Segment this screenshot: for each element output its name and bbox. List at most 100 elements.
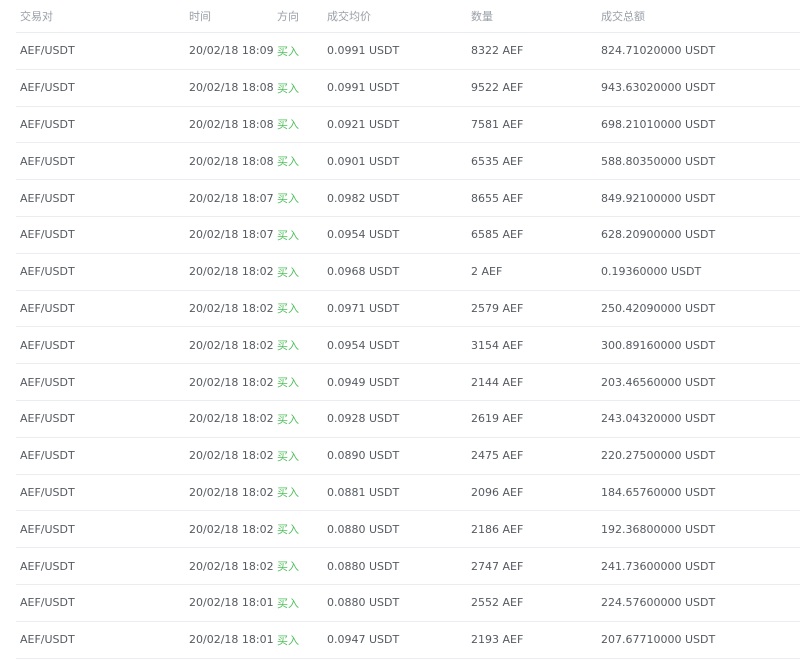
- time-cell: 20/02/18 18:08: [189, 81, 274, 95]
- time-cell: 20/02/18 18:02: [189, 301, 274, 315]
- table-row: AEF/USDT 20/02/18 18:02 买入 0.0949 USDT 2144 …: [16, 364, 800, 401]
- table-row: AEF/USDT 20/02/18 18:02 买入 0.0971 USDT 2579 …: [16, 291, 800, 328]
- pair-cell: AEF/USDT: [20, 338, 75, 352]
- table-row: AEF/USDT 20/02/18 18:01 买入 0.0880 USDT 2552 …: [16, 585, 800, 622]
- time-cell: 20/02/18 18:01: [189, 596, 274, 610]
- qty-cell: 8322 AEF: [471, 44, 524, 58]
- header-price: 成交均价: [327, 10, 371, 23]
- price-cell: 0.0982 USDT: [327, 191, 400, 205]
- price-cell: 0.0954 USDT: [327, 228, 400, 242]
- price-cell: 0.0947 USDT: [327, 633, 400, 647]
- time-cell: 20/02/18 18:01: [189, 633, 274, 647]
- qty-cell: 2747 AEF: [471, 559, 524, 573]
- table-row: AEF/USDT 20/02/18 18:02 买入 0.0890 USDT 2475 …: [16, 438, 800, 475]
- price-cell: 0.0890 USDT: [327, 449, 400, 463]
- header-pair: 交易对: [20, 10, 53, 23]
- total-cell: 628.20900000 USDT: [601, 228, 716, 242]
- total-cell: 241.73600000 USDT: [601, 559, 716, 573]
- header-total: 成交总额: [601, 10, 645, 23]
- side-cell: 买入: [277, 376, 299, 390]
- table-row: AEF/USDT 20/02/18 18:08 买入 0.0991 USDT 9522 …: [16, 70, 800, 107]
- header-qty: 数量: [471, 10, 493, 23]
- side-cell: 买入: [277, 302, 299, 316]
- pair-cell: AEF/USDT: [20, 375, 75, 389]
- table-row: AEF/USDT 20/02/18 18:07 买入 0.0982 USDT 8655 …: [16, 180, 800, 217]
- qty-cell: 6535 AEF: [471, 154, 524, 168]
- side-cell: 买入: [277, 412, 299, 426]
- total-cell: 224.57600000 USDT: [601, 596, 716, 610]
- table-row: AEF/USDT 20/02/18 18:02 买入 0.0881 USDT 2096 …: [16, 475, 800, 512]
- time-cell: 20/02/18 18:02: [189, 559, 274, 573]
- price-cell: 0.0968 USDT: [327, 265, 400, 279]
- header-side: 方向: [277, 10, 299, 23]
- table-row: AEF/USDT 20/02/18 18:02 买入 0.0968 USDT 2 AEF…: [16, 254, 800, 291]
- time-cell: 20/02/18 18:02: [189, 338, 274, 352]
- pair-cell: AEF/USDT: [20, 228, 75, 242]
- pair-cell: AEF/USDT: [20, 117, 75, 131]
- side-cell: 买入: [277, 44, 299, 58]
- time-cell: 20/02/18 18:02: [189, 265, 274, 279]
- qty-cell: 3154 AEF: [471, 338, 524, 352]
- side-cell: 买入: [277, 118, 299, 132]
- pair-cell: AEF/USDT: [20, 485, 75, 499]
- pair-cell: AEF/USDT: [20, 522, 75, 536]
- total-cell: 698.21010000 USDT: [601, 117, 716, 131]
- total-cell: 203.46560000 USDT: [601, 375, 716, 389]
- side-cell: 买入: [277, 449, 299, 463]
- pair-cell: AEF/USDT: [20, 154, 75, 168]
- table-row: AEF/USDT 20/02/18 18:09 买入 0.0991 USDT 8322 …: [16, 33, 800, 70]
- qty-cell: 2096 AEF: [471, 485, 524, 499]
- time-cell: 20/02/18 18:07: [189, 228, 274, 242]
- price-cell: 0.0881 USDT: [327, 485, 400, 499]
- total-cell: 250.42090000 USDT: [601, 301, 716, 315]
- price-cell: 0.0991 USDT: [327, 44, 400, 58]
- table-row: AEF/USDT 20/02/18 18:08 买入 0.0921 USDT 7581 …: [16, 107, 800, 144]
- total-cell: 220.27500000 USDT: [601, 449, 716, 463]
- qty-cell: 8655 AEF: [471, 191, 524, 205]
- table-row: AEF/USDT 20/02/18 18:02 买入 0.0880 USDT 2747 …: [16, 548, 800, 585]
- qty-cell: 2186 AEF: [471, 522, 524, 536]
- price-cell: 0.0991 USDT: [327, 81, 400, 95]
- qty-cell: 6585 AEF: [471, 228, 524, 242]
- table-row: AEF/USDT 20/02/18 18:01 买入 0.0947 USDT 2193 …: [16, 622, 800, 659]
- qty-cell: 2144 AEF: [471, 375, 524, 389]
- pair-cell: AEF/USDT: [20, 301, 75, 315]
- table-row: AEF/USDT 20/02/18 18:02 买入 0.0880 USDT 2186 …: [16, 511, 800, 549]
- table-row: AEF/USDT 20/02/18 18:07 买入 0.0954 USDT 6585 …: [16, 217, 800, 254]
- pair-cell: AEF/USDT: [20, 596, 75, 610]
- qty-cell: 9522 AEF: [471, 81, 524, 95]
- time-cell: 20/02/18 18:02: [189, 485, 274, 499]
- price-cell: 0.0949 USDT: [327, 375, 400, 389]
- pair-cell: AEF/USDT: [20, 559, 75, 573]
- header-time: 时间: [189, 10, 211, 23]
- side-cell: 买入: [277, 155, 299, 169]
- total-cell: 824.71020000 USDT: [601, 44, 716, 58]
- pair-cell: AEF/USDT: [20, 44, 75, 58]
- side-cell: 买入: [277, 81, 299, 95]
- time-cell: 20/02/18 18:07: [189, 191, 274, 205]
- time-cell: 20/02/18 18:02: [189, 522, 274, 536]
- side-cell: 买入: [277, 560, 299, 574]
- total-cell: 588.80350000 USDT: [601, 154, 716, 168]
- qty-cell: 2 AEF: [471, 265, 503, 279]
- table-row: AEF/USDT 20/02/18 18:08 买入 0.0901 USDT 6535 …: [16, 143, 800, 181]
- total-cell: 0.19360000 USDT: [601, 265, 702, 279]
- qty-cell: 2619 AEF: [471, 412, 524, 426]
- table-header: 交易对 时间 方向 成交均价 数量 成交总额: [16, 0, 800, 33]
- total-cell: 943.63020000 USDT: [601, 81, 716, 95]
- side-cell: 买入: [277, 339, 299, 353]
- time-cell: 20/02/18 18:02: [189, 375, 274, 389]
- price-cell: 0.0921 USDT: [327, 117, 400, 131]
- side-cell: 买入: [277, 486, 299, 500]
- table-body: AEF/USDT 20/02/18 18:09 买入 0.0991 USDT 8322 …: [16, 33, 800, 659]
- pair-cell: AEF/USDT: [20, 191, 75, 205]
- side-cell: 买入: [277, 228, 299, 242]
- pair-cell: AEF/USDT: [20, 449, 75, 463]
- side-cell: 买入: [277, 633, 299, 647]
- total-cell: 243.04320000 USDT: [601, 412, 716, 426]
- qty-cell: 2579 AEF: [471, 301, 524, 315]
- total-cell: 184.65760000 USDT: [601, 485, 716, 499]
- time-cell: 20/02/18 18:02: [189, 449, 274, 463]
- price-cell: 0.0880 USDT: [327, 596, 400, 610]
- price-cell: 0.0880 USDT: [327, 559, 400, 573]
